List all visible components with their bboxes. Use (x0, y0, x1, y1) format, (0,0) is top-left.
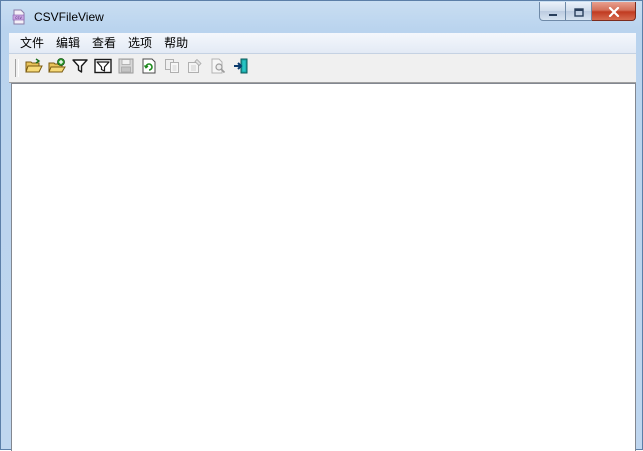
menu-edit[interactable]: 编辑 (50, 33, 86, 53)
menu-bar: 文件 编辑 查看 选项 帮助 (9, 33, 636, 54)
exit-button[interactable] (232, 58, 250, 78)
open-folder-icon (25, 58, 43, 78)
toolbar (9, 54, 636, 83)
minimize-button[interactable] (539, 2, 566, 21)
caption-buttons (539, 2, 636, 22)
advanced-filter-button[interactable] (94, 58, 112, 78)
save-button[interactable] (117, 58, 135, 78)
properties-icon (187, 58, 203, 78)
properties-button[interactable] (186, 58, 204, 78)
minimize-icon (548, 2, 558, 21)
close-icon (608, 2, 620, 21)
exit-icon (233, 58, 249, 78)
csv-app-icon[interactable]: csv (11, 9, 27, 25)
app-window: csv CSVFileView 文件 编辑 查看 选项 帮助 (0, 0, 643, 451)
window-title: CSVFileView (34, 10, 104, 24)
menu-options[interactable]: 选项 (122, 33, 158, 53)
find-icon (210, 58, 226, 78)
menu-view[interactable]: 查看 (86, 33, 122, 53)
close-button[interactable] (592, 2, 636, 21)
csv-list-view[interactable] (11, 83, 636, 451)
open-button[interactable] (25, 58, 43, 78)
menu-help[interactable]: 帮助 (158, 33, 194, 53)
title-bar[interactable]: csv CSVFileView (1, 1, 642, 33)
copy-icon (164, 58, 180, 78)
filter-button[interactable] (71, 59, 89, 77)
advanced-filter-icon (94, 58, 112, 78)
svg-text:csv: csv (15, 15, 22, 20)
maximize-icon (573, 2, 584, 21)
open-add-button[interactable] (48, 58, 66, 78)
toolbar-grip[interactable] (15, 59, 19, 77)
copy-button[interactable] (163, 59, 181, 77)
maximize-button[interactable] (566, 2, 592, 21)
refresh-icon (141, 58, 157, 78)
find-button[interactable] (209, 58, 227, 78)
open-folder-add-icon (48, 58, 66, 78)
refresh-button[interactable] (140, 58, 158, 78)
filter-icon (72, 58, 88, 78)
save-icon (118, 58, 134, 78)
menu-file[interactable]: 文件 (9, 33, 50, 53)
